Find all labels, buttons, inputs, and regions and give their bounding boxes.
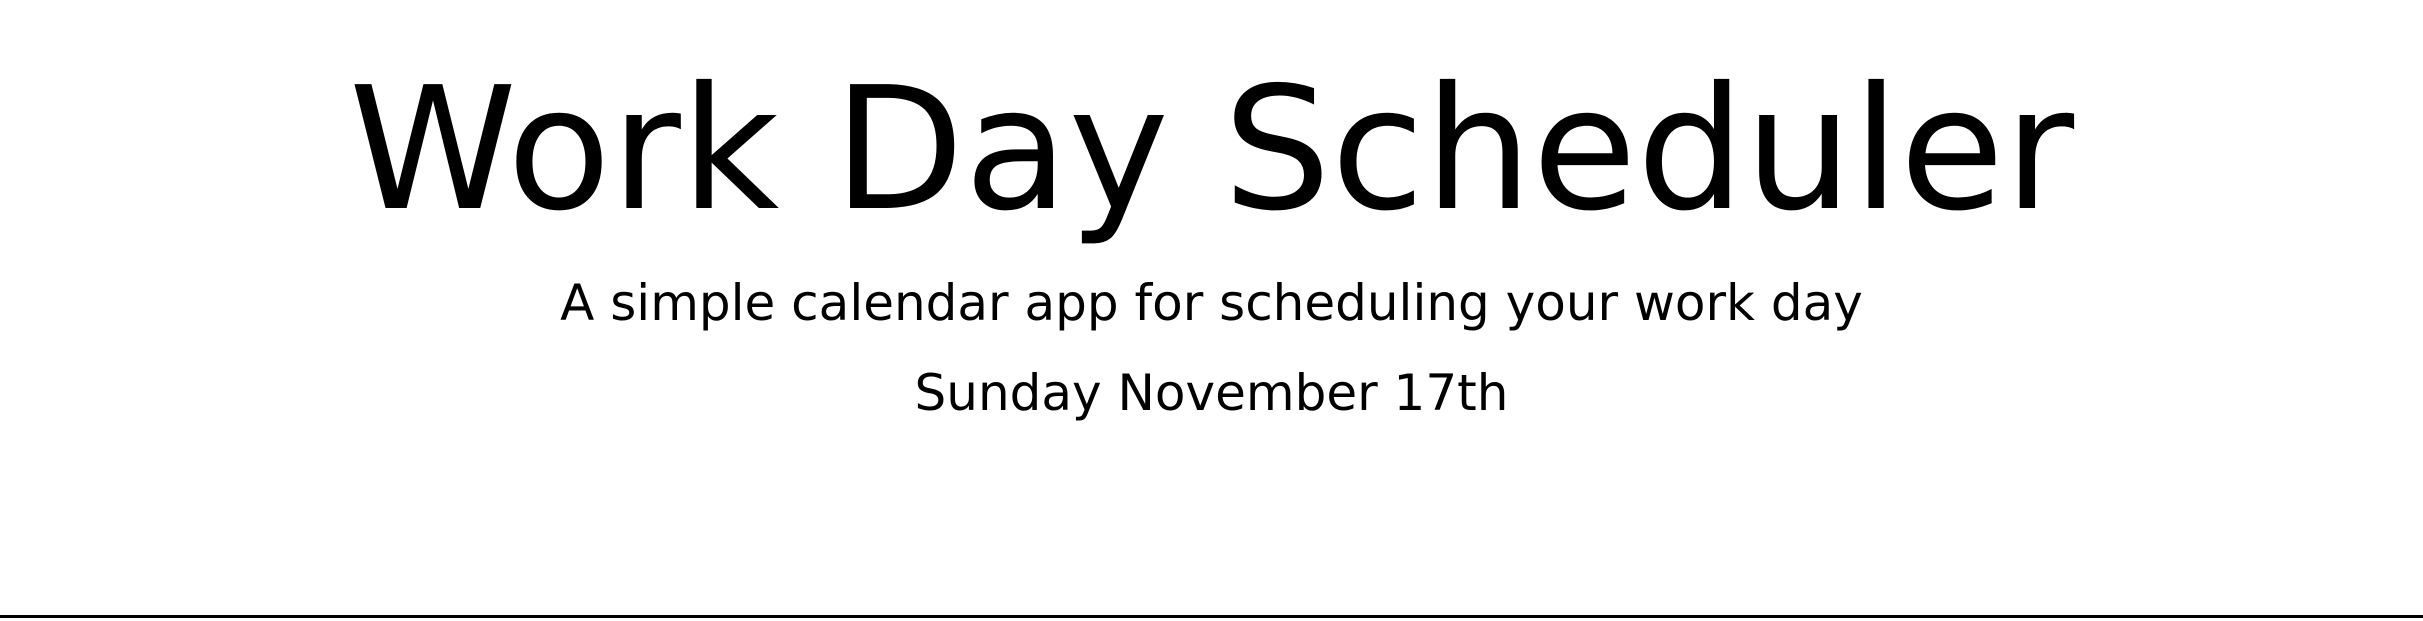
header-divider — [0, 615, 2423, 618]
jumbotron-header: Work Day Scheduler A simple calendar app… — [0, 0, 2423, 621]
current-day: Sunday November 17th — [914, 364, 1509, 422]
page-subtitle: A simple calendar app for scheduling you… — [560, 274, 1863, 332]
page-title: Work Day Scheduler — [348, 51, 2075, 249]
